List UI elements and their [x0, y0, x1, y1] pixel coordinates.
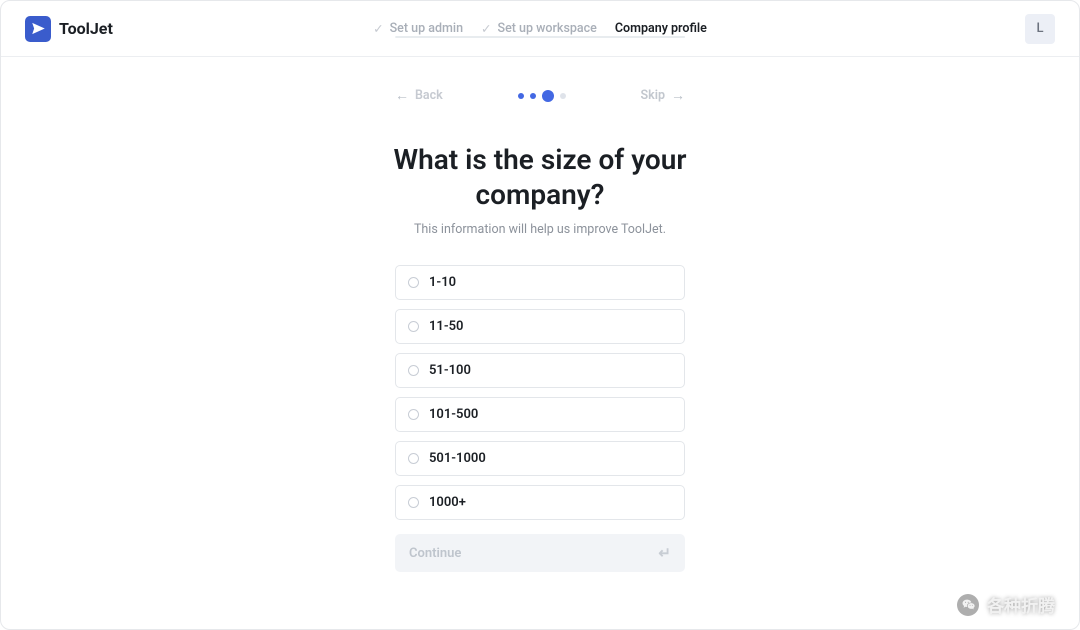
step-setup-admin: ✓ Set up admin: [373, 21, 463, 37]
option-label: 1000+: [429, 495, 466, 510]
avatar-initial: L: [1036, 21, 1043, 36]
continue-label: Continue: [409, 546, 461, 561]
radio-icon: [408, 453, 419, 464]
radio-icon: [408, 409, 419, 420]
progress-dots: [518, 90, 566, 102]
company-size-option[interactable]: 1000+: [395, 485, 685, 520]
progress-dot: [530, 93, 536, 99]
skip-button[interactable]: Skip →: [640, 87, 685, 104]
arrow-right-icon: →: [671, 87, 685, 104]
back-button[interactable]: ← Back: [395, 87, 443, 104]
page-subtitle: This information will help us improve To…: [414, 222, 666, 237]
company-size-option[interactable]: 101-500: [395, 397, 685, 432]
check-icon: ✓: [481, 21, 491, 37]
step-label: Set up admin: [390, 21, 463, 36]
company-size-option[interactable]: 501-1000: [395, 441, 685, 476]
page-title: What is the size of your company?: [360, 142, 720, 212]
company-size-option[interactable]: 51-100: [395, 353, 685, 388]
step-company-profile: Company profile: [615, 21, 707, 36]
wizard-panel: ← Back Skip → What is the size of your c…: [1, 57, 1079, 572]
radio-icon: [408, 277, 419, 288]
radio-icon: [408, 321, 419, 332]
step-setup-workspace: ✓ Set up workspace: [481, 21, 597, 37]
option-label: 11-50: [429, 319, 463, 334]
radio-icon: [408, 497, 419, 508]
enter-key-icon: ↵: [658, 544, 671, 562]
app-frame: ToolJet ✓ Set up admin ✓ Set up workspac…: [0, 0, 1080, 630]
steps-underline: [395, 36, 685, 38]
arrow-left-icon: ←: [395, 87, 409, 104]
onboarding-steps: ✓ Set up admin ✓ Set up workspace Compan…: [373, 21, 707, 37]
progress-dot: [518, 93, 524, 99]
watermark-overlay: 各种折腾: [957, 592, 1055, 617]
brand-name: ToolJet: [59, 19, 113, 38]
radio-icon: [408, 365, 419, 376]
back-label: Back: [415, 88, 443, 103]
continue-button[interactable]: Continue ↵: [395, 534, 685, 572]
step-label: Company profile: [615, 21, 707, 36]
header: ToolJet ✓ Set up admin ✓ Set up workspac…: [1, 1, 1079, 57]
skip-label: Skip: [640, 88, 665, 103]
company-size-option[interactable]: 1-10: [395, 265, 685, 300]
progress-dot-current: [542, 90, 554, 102]
progress-dot: [560, 93, 566, 99]
company-size-option[interactable]: 11-50: [395, 309, 685, 344]
step-label: Set up workspace: [498, 21, 597, 36]
brand: ToolJet: [25, 16, 113, 42]
check-icon: ✓: [373, 21, 383, 37]
option-label: 51-100: [429, 363, 471, 378]
option-label: 101-500: [429, 407, 478, 422]
wechat-icon: [957, 594, 979, 616]
option-label: 1-10: [429, 275, 456, 290]
company-size-options: 1-10 11-50 51-100 101-500 501-1000 1000+: [395, 265, 685, 520]
avatar[interactable]: L: [1025, 14, 1055, 44]
brand-logo: [25, 16, 51, 42]
option-label: 501-1000: [429, 451, 486, 466]
watermark-text: 各种折腾: [987, 592, 1055, 617]
wizard-nav: ← Back Skip →: [395, 87, 685, 104]
